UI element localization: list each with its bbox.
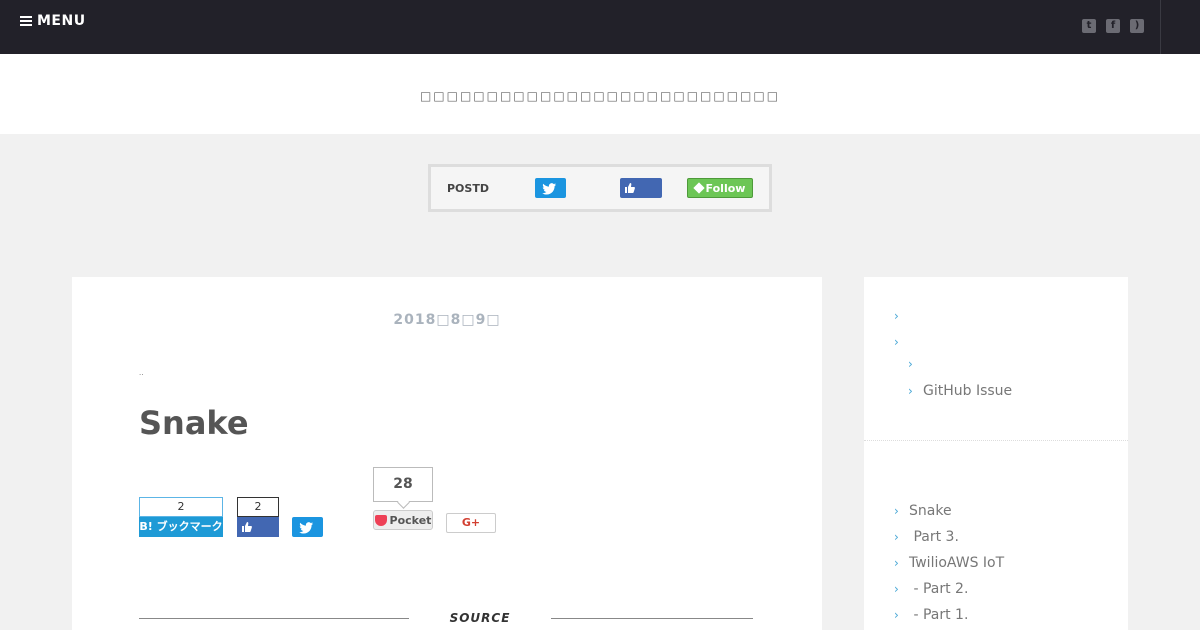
sidebar-divider — [864, 440, 1128, 441]
hatena-bookmark-button[interactable]: B! ブックマーク — [139, 517, 223, 537]
twitter-bird-icon — [542, 183, 556, 195]
chevron-right-icon: › — [894, 335, 899, 349]
twitter-icon[interactable]: t — [1082, 19, 1096, 33]
feedly-follow-button[interactable]: Follow — [687, 178, 753, 198]
chevron-right-icon: › — [894, 309, 899, 323]
sidebar-top-item[interactable]: › — [894, 335, 909, 349]
recent-post-item[interactable]: › Part 3. — [894, 529, 959, 545]
recent-post-item[interactable]: › TwilioAWS IoT — [894, 555, 1004, 571]
recent-post-item[interactable]: › Snake — [894, 503, 952, 519]
post-title: Snake — [139, 404, 249, 442]
source-label: SOURCE — [449, 611, 511, 625]
pocket-count: 28 — [373, 467, 433, 502]
menu-label: MENU — [37, 13, 86, 29]
pocket-button[interactable]: Pocket — [373, 510, 433, 530]
recent-post-item[interactable]: › - Part 2. — [894, 581, 968, 597]
google-plus-button[interactable]: G+ — [446, 513, 496, 533]
chevron-right-icon: › — [894, 504, 899, 518]
facebook-like-small-button[interactable] — [237, 517, 279, 537]
top-navigation-bar: MENU t f ) — [0, 0, 1200, 54]
topbar-divider — [1160, 0, 1161, 54]
facebook-icon[interactable]: f — [1106, 19, 1120, 33]
source-divider-left — [139, 618, 409, 619]
sidebar-sub-item[interactable]: › GitHub Issue — [908, 383, 1012, 399]
chevron-right-icon: › — [908, 384, 913, 398]
thumbs-up-icon — [242, 522, 252, 532]
social-links: t f ) — [1082, 19, 1144, 33]
tweet-button[interactable] — [292, 517, 323, 537]
pocket-label: Pocket — [389, 513, 432, 527]
follow-box: POSTD Follow — [428, 164, 772, 212]
twitter-follow-button[interactable] — [535, 178, 566, 198]
breadcrumb[interactable]: .. — [139, 369, 143, 377]
follow-box-label: POSTD — [447, 182, 489, 195]
chevron-right-icon: › — [894, 556, 899, 570]
site-header: □□□□□□□□□□□□□□□□□□□□□□□□□□□ — [0, 54, 1200, 134]
post-date: 2018□8□9□ — [393, 312, 501, 328]
twitter-bird-icon — [299, 522, 313, 534]
feedly-follow-label: Follow — [705, 181, 746, 195]
chevron-right-icon: › — [908, 357, 913, 371]
article-card: 2018□8□9□ .. Snake 2 B! ブックマーク 2 28 Pock… — [72, 277, 822, 630]
thumbs-up-icon — [625, 183, 635, 193]
menu-button[interactable]: MENU — [20, 13, 86, 29]
sidebar-sub-item[interactable]: › — [908, 357, 923, 371]
pocket-icon — [374, 514, 387, 526]
facebook-count: 2 — [237, 497, 279, 517]
site-tagline: □□□□□□□□□□□□□□□□□□□□□□□□□□□ — [419, 89, 781, 103]
chevron-right-icon: › — [894, 582, 899, 596]
feedly-icon — [692, 182, 705, 194]
facebook-like-button[interactable] — [620, 178, 662, 198]
chevron-right-icon: › — [894, 608, 899, 622]
hatena-count: 2 — [139, 497, 223, 517]
sidebar: › › › › GitHub Issue › Snake › Part 3. ›… — [864, 277, 1128, 630]
recent-post-item[interactable]: › - Part 1. — [894, 607, 968, 623]
hamburger-icon — [20, 16, 32, 26]
facebook-share-widget[interactable]: 2 — [237, 497, 279, 537]
source-divider-right — [551, 618, 753, 619]
hatena-bookmark-widget[interactable]: 2 B! ブックマーク — [139, 497, 223, 537]
chevron-right-icon: › — [894, 530, 899, 544]
source-heading: SOURCE — [139, 611, 753, 625]
rss-icon[interactable]: ) — [1130, 19, 1144, 33]
sidebar-top-item[interactable]: › — [894, 309, 909, 323]
